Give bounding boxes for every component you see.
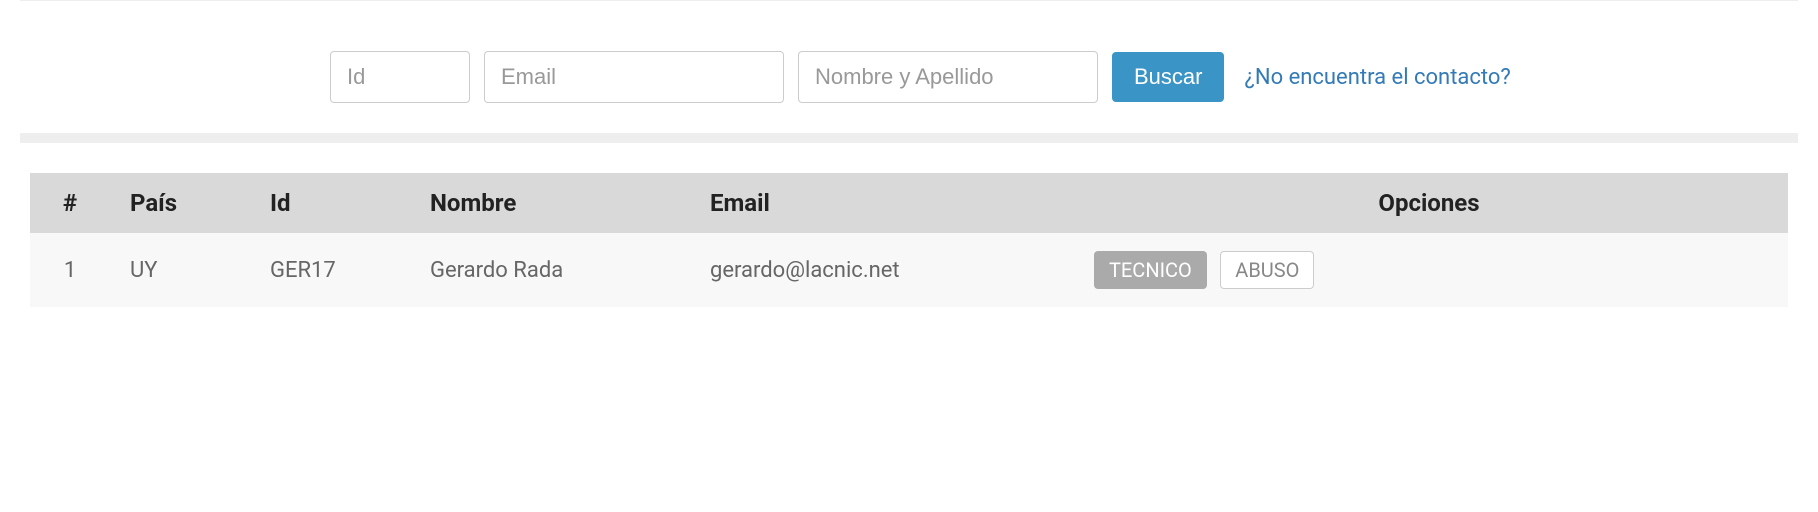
cell-id: GER17	[250, 233, 410, 307]
cell-name: Gerardo Rada	[410, 233, 690, 307]
header-country: País	[110, 173, 250, 233]
cell-num: 1	[30, 233, 110, 307]
help-link[interactable]: ¿No encuentra el contacto?	[1244, 65, 1510, 90]
results-table: # País Id Nombre Email Opciones 1 UY GER…	[30, 173, 1788, 307]
header-name: Nombre	[410, 173, 690, 233]
header-options: Opciones	[1070, 173, 1788, 233]
results-table-wrap: # País Id Nombre Email Opciones 1 UY GER…	[0, 173, 1818, 307]
id-input[interactable]	[330, 51, 470, 103]
email-input[interactable]	[484, 51, 784, 103]
table-header-row: # País Id Nombre Email Opciones	[30, 173, 1788, 233]
section-divider	[20, 133, 1798, 143]
header-id: Id	[250, 173, 410, 233]
cell-options: TECNICO ABUSO	[1070, 233, 1788, 307]
header-email: Email	[690, 173, 1070, 233]
cell-country: UY	[110, 233, 250, 307]
name-input[interactable]	[798, 51, 1098, 103]
cell-email: gerardo@lacnic.net	[690, 233, 1070, 307]
abuso-badge[interactable]: ABUSO	[1220, 251, 1314, 289]
top-divider	[20, 0, 1798, 1]
search-row: Buscar ¿No encuentra el contacto?	[310, 51, 1818, 133]
table-row: 1 UY GER17 Gerardo Rada gerardo@lacnic.n…	[30, 233, 1788, 307]
header-num: #	[30, 173, 110, 233]
search-button[interactable]: Buscar	[1112, 52, 1224, 102]
tecnico-badge[interactable]: TECNICO	[1094, 251, 1207, 289]
